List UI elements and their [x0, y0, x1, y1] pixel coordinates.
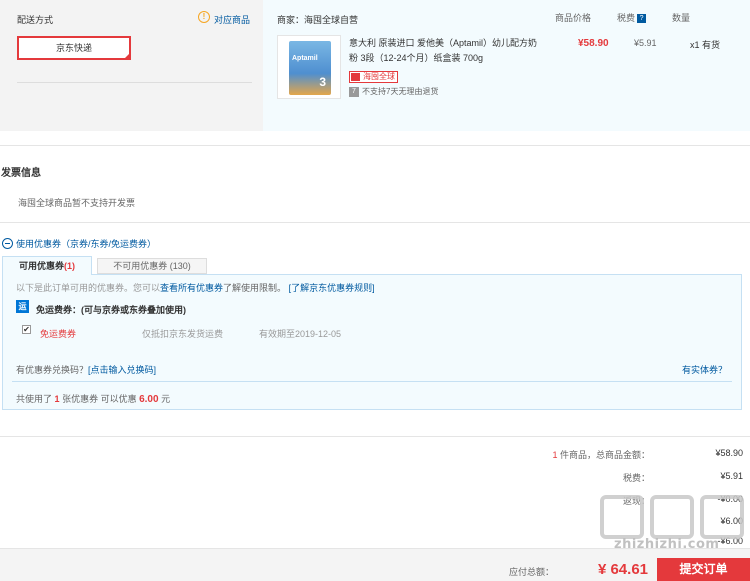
coupon-info-text: 以下是此订单可用的优惠券。您可以 — [16, 283, 161, 293]
redeem-code-link[interactable]: [点击输入兑换码] — [88, 365, 156, 375]
coupon-toggle[interactable]: 使用优惠券（京券/东券/免运费券） — [2, 238, 156, 250]
watermark-glyph — [650, 495, 694, 539]
redeem-code-row: 有优惠券兑换码？[点击输入兑换码] — [16, 363, 156, 376]
tax-label: 税费： — [622, 473, 650, 483]
payable-label: 应付总额： — [508, 567, 554, 577]
selected-corner-icon — [123, 52, 131, 60]
payable-value: ¥ 64.61 — [597, 561, 648, 578]
product-box-graphic: Aptamil 3 — [289, 41, 331, 95]
col-tax-label: 税费 — [617, 13, 636, 23]
tax-value: ¥5.91 — [720, 471, 743, 481]
shipping-option-jd-express[interactable]: 京东快递 — [17, 36, 131, 60]
divider — [0, 436, 750, 437]
shipping-title: 配送方式 — [17, 15, 54, 25]
collapse-icon — [2, 238, 13, 249]
coupon-summary: 共使用了 1 张优惠券 可以优惠 6.00 元 — [16, 394, 171, 405]
divider — [0, 145, 750, 146]
coupon-rules-link[interactable]: [了解京东优惠券规则] — [289, 283, 375, 293]
coupon-info-text2: 了解使用限制。 — [223, 283, 287, 293]
product-stage-mark: 3 — [319, 75, 326, 89]
watermark-glyph — [600, 495, 644, 539]
col-price-header: 商品价格 — [555, 13, 592, 23]
watermark-glyph — [700, 495, 744, 539]
product-tax: ¥5.91 — [634, 38, 657, 48]
no-return-icon: 7 — [349, 87, 359, 97]
return-policy-badge: 7 不支持7天无理由退货 — [349, 86, 438, 97]
global-badge-label: 海囤全球 — [363, 72, 395, 81]
return-policy-label: 不支持7天无理由退货 — [362, 87, 439, 96]
warning-icon: ! — [198, 11, 210, 23]
product-image[interactable]: Aptamil 3 — [277, 35, 341, 99]
merchant-label: 商家：海囤全球自营 — [277, 15, 359, 25]
watermark-text: zhizhizhi.com — [614, 537, 720, 552]
view-all-coupons-link[interactable]: 查看所有优惠券 — [160, 283, 223, 293]
submit-order-button[interactable]: 提交订单 — [657, 558, 750, 581]
divider — [17, 82, 252, 83]
items-total-value: ¥58.90 — [715, 448, 743, 458]
product-brand-mark: Aptamil — [292, 55, 318, 62]
product-qty: x1 有货 — [690, 40, 721, 50]
col-qty-header: 数量 — [672, 13, 691, 23]
watermark-logo: zhizhizhi.com — [596, 495, 748, 552]
coupon-item-expire: 有效期至2019-12-05 — [259, 329, 342, 339]
help-icon[interactable]: ? — [637, 14, 647, 24]
matching-products-link[interactable]: 对应商品 — [214, 13, 250, 26]
coupon-type-label: 免运费券：(可与京券或东券叠加使用) — [36, 305, 186, 315]
coupon-toggle-label: 使用优惠券（京券/东券/免运费券） — [16, 239, 157, 249]
items-total-label: 1 件商品，总商品金额： — [552, 450, 650, 460]
shipping-section: 配送方式 ! 对应商品 京东快递 商家：海囤全球自营 商品价格 税费? 数量 A… — [0, 0, 750, 131]
freight-coupon-icon: 运 — [16, 300, 29, 313]
coupon-panel — [2, 274, 742, 410]
divider — [0, 222, 750, 223]
invoice-title: 发票信息 — [1, 168, 41, 179]
items-count: 1 — [552, 450, 558, 460]
product-name[interactable]: 意大利 原装进口 爱他美（Aptamil）幼儿配方奶粉 3段（12-24个月）纸… — [349, 36, 539, 66]
physical-coupon-link[interactable]: 有实体券？ — [682, 363, 727, 376]
coupon-item-name: 免运费券 — [40, 329, 77, 339]
tab-unavailable-coupons[interactable]: 不可用优惠券 (130) — [97, 258, 207, 274]
shipping-option-label: 京东快递 — [55, 43, 92, 53]
invoice-note: 海囤全球商品暂不支持开发票 — [18, 198, 136, 208]
global-badge: 海囤全球 — [349, 71, 398, 83]
coupon-checkbox[interactable]: ✔ — [22, 325, 31, 334]
coupon-used-count: 1 — [54, 394, 60, 404]
coupon-discount-amount: 6.00 — [139, 394, 159, 405]
tab-available-coupons[interactable]: 可用优惠券(1) — [2, 256, 92, 275]
tab-available-label: 可用优惠券 — [18, 261, 64, 271]
coupon-info: 以下是此订单可用的优惠券。您可以查看所有优惠券了解使用限制。 [了解京东优惠券规… — [16, 281, 375, 294]
shipping-method-panel: 配送方式 ! 对应商品 京东快递 — [0, 0, 263, 131]
tab-available-count: (1) — [64, 261, 75, 271]
divider — [12, 381, 732, 382]
redeem-prompt: 有优惠券兑换码？ — [16, 365, 89, 375]
global-icon — [351, 73, 360, 81]
coupon-item-limit: 仅抵扣京东发货运费 — [142, 329, 224, 339]
col-tax-header: 税费? — [617, 11, 647, 24]
product-price: ¥58.90 — [578, 38, 609, 49]
